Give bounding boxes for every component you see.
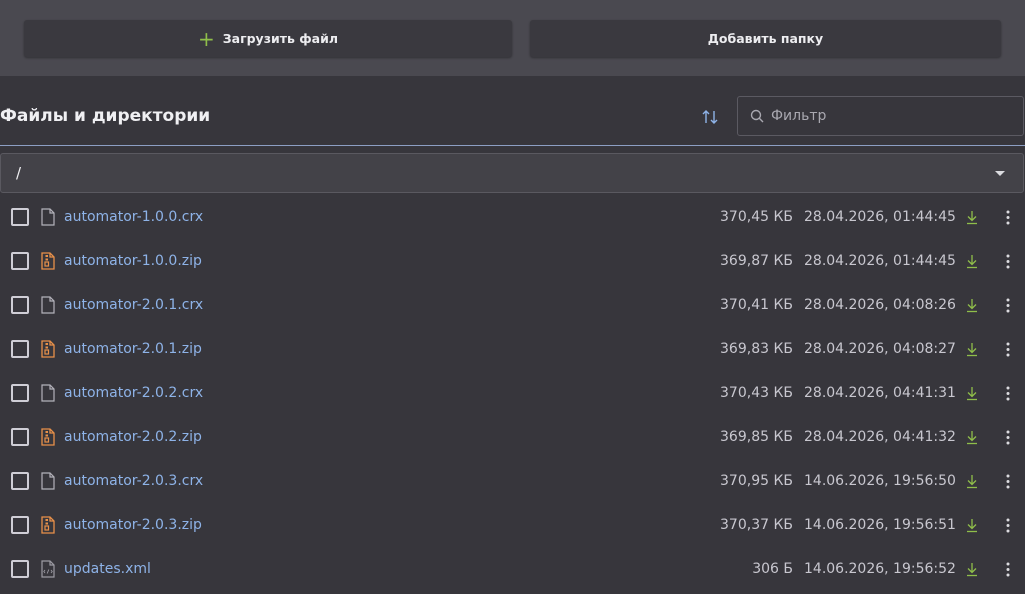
sort-arrows-icon[interactable] — [701, 108, 719, 126]
zip-file-icon — [41, 252, 55, 270]
file-row[interactable]: automator-2.0.1.crx 370,41 КБ 28.04.2026, … — [0, 284, 1025, 328]
path-select[interactable]: / — [0, 153, 1024, 193]
row-checkbox[interactable] — [11, 296, 29, 314]
file-row[interactable]: automator-1.0.0.crx 370,45 КБ 28.04.2026, … — [0, 196, 1025, 240]
file-name-link[interactable]: automator-2.0.1.crx — [64, 297, 203, 313]
plus-icon: + — [198, 26, 215, 51]
file-row[interactable]: updates.xml 306 Б 14.06.2026, 19:56:52 — [0, 548, 1025, 592]
file-date: 28.04.2026, 04:41:32 — [804, 429, 956, 445]
file-date: 14.06.2026, 19:56:52 — [804, 561, 956, 577]
more-options-icon[interactable] — [1002, 385, 1014, 402]
file-name-link[interactable]: automator-1.0.0.crx — [64, 209, 203, 225]
zip-file-icon — [41, 340, 55, 358]
chevron-down-icon — [995, 171, 1005, 176]
add-folder-label: Добавить папку — [707, 31, 824, 46]
file-name-link[interactable]: updates.xml — [64, 561, 151, 577]
more-options-icon[interactable] — [1002, 297, 1014, 314]
file-row[interactable]: automator-2.0.3.crx 370,95 КБ 14.06.2026, … — [0, 460, 1025, 504]
more-options-icon[interactable] — [1002, 561, 1014, 578]
file-date: 28.04.2026, 01:44:45 — [804, 253, 956, 269]
zip-file-icon — [41, 516, 55, 534]
download-icon[interactable] — [965, 210, 979, 225]
file-size: 369,87 КБ — [720, 253, 793, 269]
file-size: 370,41 КБ — [720, 297, 793, 313]
more-options-icon[interactable] — [1002, 341, 1014, 358]
search-icon — [750, 109, 764, 123]
download-icon[interactable] — [965, 518, 979, 533]
current-path: / — [16, 164, 22, 182]
file-list: automator-1.0.0.crx 370,45 КБ 28.04.2026, … — [0, 196, 1025, 592]
file-icon — [41, 384, 55, 402]
file-date: 28.04.2026, 01:44:45 — [804, 209, 956, 225]
more-options-icon[interactable] — [1002, 253, 1014, 270]
more-options-icon[interactable] — [1002, 517, 1014, 534]
xml-file-icon — [41, 560, 55, 578]
file-name-link[interactable]: automator-2.0.3.zip — [64, 517, 202, 533]
file-name-link[interactable]: automator-1.0.0.zip — [64, 253, 202, 269]
row-checkbox[interactable] — [11, 516, 29, 534]
file-size: 370,37 КБ — [720, 517, 793, 533]
file-row[interactable]: automator-1.0.0.zip 369,87 КБ 28.04.2026, … — [0, 240, 1025, 284]
file-date: 28.04.2026, 04:08:26 — [804, 297, 956, 313]
download-icon[interactable] — [965, 386, 979, 401]
file-row[interactable]: automator-2.0.2.crx 370,43 КБ 28.04.2026, … — [0, 372, 1025, 416]
upload-file-label: Загрузить файл — [222, 31, 338, 46]
file-size: 370,45 КБ — [720, 209, 793, 225]
add-folder-button[interactable]: Добавить папку — [530, 20, 1001, 57]
row-checkbox[interactable] — [11, 428, 29, 446]
more-options-icon[interactable] — [1002, 209, 1014, 226]
file-date: 14.06.2026, 19:56:50 — [804, 473, 956, 489]
file-name-link[interactable]: automator-2.0.2.zip — [64, 429, 202, 445]
more-options-icon[interactable] — [1002, 429, 1014, 446]
download-icon[interactable] — [965, 474, 979, 489]
file-size: 370,95 КБ — [720, 473, 793, 489]
file-name-link[interactable]: automator-2.0.1.zip — [64, 341, 202, 357]
download-icon[interactable] — [965, 298, 979, 313]
download-icon[interactable] — [965, 254, 979, 269]
file-name-link[interactable]: automator-2.0.2.crx — [64, 385, 203, 401]
more-options-icon[interactable] — [1002, 473, 1014, 490]
toolbar: + Загрузить файл Добавить папку — [0, 0, 1025, 76]
file-date: 28.04.2026, 04:41:31 — [804, 385, 956, 401]
divider — [0, 145, 1025, 146]
row-checkbox[interactable] — [11, 340, 29, 358]
file-row[interactable]: automator-2.0.2.zip 369,85 КБ 28.04.2026, … — [0, 416, 1025, 460]
file-size: 369,85 КБ — [720, 429, 793, 445]
section-title: Файлы и директории — [0, 106, 211, 126]
row-checkbox[interactable] — [11, 472, 29, 490]
download-icon[interactable] — [965, 562, 979, 577]
file-date: 14.06.2026, 19:56:51 — [804, 517, 956, 533]
file-row[interactable]: automator-2.0.1.zip 369,83 КБ 28.04.2026, … — [0, 328, 1025, 372]
file-row[interactable]: automator-2.0.3.zip 370,37 КБ 14.06.2026, … — [0, 504, 1025, 548]
download-icon[interactable] — [965, 342, 979, 357]
file-name-link[interactable]: automator-2.0.3.crx — [64, 473, 203, 489]
download-icon[interactable] — [965, 430, 979, 445]
file-size: 306 Б — [752, 561, 793, 577]
filter-input[interactable]: Фильтр — [737, 96, 1024, 136]
file-icon — [41, 472, 55, 490]
upload-file-button[interactable]: + Загрузить файл — [24, 20, 512, 57]
filter-placeholder: Фильтр — [771, 108, 827, 124]
file-icon — [41, 296, 55, 314]
file-date: 28.04.2026, 04:08:27 — [804, 341, 956, 357]
file-size: 370,43 КБ — [720, 385, 793, 401]
row-checkbox[interactable] — [11, 560, 29, 578]
row-checkbox[interactable] — [11, 384, 29, 402]
row-checkbox[interactable] — [11, 252, 29, 270]
file-size: 369,83 КБ — [720, 341, 793, 357]
file-icon — [41, 208, 55, 226]
row-checkbox[interactable] — [11, 208, 29, 226]
zip-file-icon — [41, 428, 55, 446]
